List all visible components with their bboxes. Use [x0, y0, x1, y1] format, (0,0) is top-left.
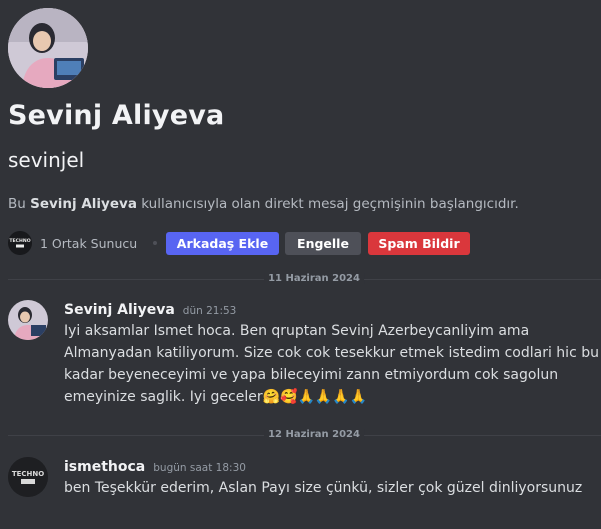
message-avatar[interactable]: TECHNO — [8, 457, 48, 497]
date-divider-label: 12 Haziran 2024 — [264, 429, 364, 440]
intro-suffix: kullanıcısıyla olan direkt mesaj geçmişi… — [136, 196, 519, 212]
block-button[interactable]: Engelle — [285, 232, 361, 255]
server-logo-icon: TECHNO — [8, 231, 32, 255]
message-header: ismethoca bugün saat 18:30 — [64, 459, 246, 475]
server-icon[interactable]: TECHNO — [8, 231, 32, 255]
techno-logo-icon: TECHNO — [8, 457, 48, 497]
avatar-logo-text: TECHNO — [12, 470, 44, 478]
report-spam-button[interactable]: Spam Bildir — [368, 232, 470, 255]
intro-user-name: Sevinj Aliyeva — [30, 196, 137, 212]
message-timestamp[interactable]: bugün saat 18:30 — [153, 462, 246, 474]
profile-avatar[interactable] — [8, 8, 88, 88]
message-line: Iyi aksamlar Ismet hoca. Ben qruptan Sev… — [64, 323, 530, 339]
message-line: ben Teşekkür ederim, Aslan Payı size çün… — [64, 480, 583, 496]
server-logo-text: TECHNO — [9, 238, 30, 244]
mutual-servers[interactable]: TECHNO 1 Ortak Sunucu — [8, 231, 158, 255]
intro-prefix: Bu — [8, 196, 31, 212]
message-line: Almanyadan katiliyorum. Size cok cok tes… — [64, 345, 599, 361]
profile-avatar-image — [8, 8, 88, 88]
message-timestamp[interactable]: dün 21:53 — [183, 305, 237, 317]
add-friend-button[interactable]: Arkadaş Ekle — [166, 232, 279, 255]
mutual-servers-label[interactable]: 1 Ortak Sunucu — [40, 236, 137, 251]
separator-dot — [153, 241, 158, 245]
message-content: ben Teşekkür ederim, Aslan Payı size çün… — [64, 477, 582, 499]
message-author[interactable]: Sevinj Aliyeva — [64, 302, 175, 318]
message-header: Sevinj Aliyeva dün 21:53 — [64, 302, 236, 318]
message-line: emeyinize saglik. Iyi geceler🤗🥰🙏🙏🙏🙏 — [64, 389, 368, 405]
message-line: kadar beyeneceyimi ve yapa bileceyimi za… — [64, 367, 559, 383]
profile-username: sevinjel — [8, 148, 85, 172]
user-avatar-image — [8, 300, 48, 340]
date-divider-label: 11 Haziran 2024 — [264, 273, 364, 284]
dm-intro-text: Bu Sevinj Aliyeva kullanıcısıyla olan di… — [8, 196, 519, 212]
profile-display-name: Sevinj Aliyeva — [8, 100, 225, 131]
message-author[interactable]: ismethoca — [64, 459, 145, 475]
message-avatar[interactable] — [8, 300, 48, 340]
message-content: Iyi aksamlar Ismet hoca. Ben qruptan Sev… — [64, 320, 599, 408]
